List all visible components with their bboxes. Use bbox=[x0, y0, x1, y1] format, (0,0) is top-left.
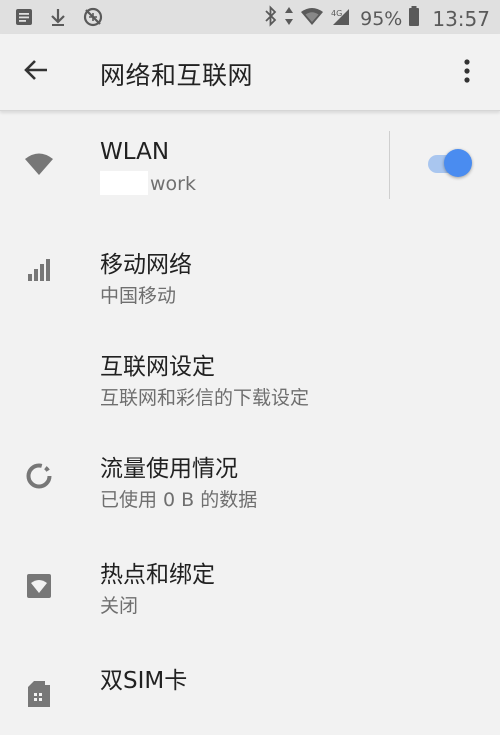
wlan-title: WLAN bbox=[100, 139, 170, 165]
app-bar: 网络和互联网 bbox=[0, 34, 500, 111]
data-usage-icon bbox=[22, 459, 56, 493]
settings-item-data-usage[interactable]: 流量使用情况 已使用 0 B 的数据 bbox=[0, 421, 500, 521]
status-clock: 13:57 bbox=[432, 6, 490, 31]
mobile-network-title: 移动网络 bbox=[100, 252, 192, 278]
internet-settings-summary: 互联网和彩信的下载设定 bbox=[100, 387, 310, 409]
data-usage-summary: 已使用 0 B 的数据 bbox=[100, 489, 258, 511]
battery-icon bbox=[408, 5, 420, 32]
battery-percent: 95% bbox=[360, 7, 403, 30]
wlan-toggle[interactable] bbox=[428, 149, 472, 177]
wlan-summary: work bbox=[100, 171, 196, 195]
notification-icon bbox=[14, 7, 34, 32]
wifi-status-icon bbox=[300, 6, 324, 31]
dual-sim-title: 双SIM卡 bbox=[100, 668, 188, 694]
vibrate-arrows-icon bbox=[284, 5, 294, 32]
settings-item-internet-settings[interactable]: 互联网设定 互联网和彩信的下载设定 bbox=[0, 319, 500, 419]
sim-card-icon bbox=[22, 677, 56, 711]
wlan-toggle-thumb bbox=[444, 149, 472, 177]
status-left-icons bbox=[14, 6, 104, 33]
internet-settings-title: 互联网设定 bbox=[100, 354, 215, 380]
status-right-icons: 4G 95% 13:57 bbox=[264, 5, 490, 32]
settings-item-wlan[interactable]: WLAN work bbox=[0, 111, 500, 211]
cell-signal-status-icon: 4G bbox=[330, 6, 352, 31]
mobile-network-summary: 中国移动 bbox=[100, 285, 177, 307]
signal-icon bbox=[22, 253, 56, 287]
page-title: 网络和互联网 bbox=[100, 61, 254, 90]
more-options-button[interactable] bbox=[452, 56, 482, 90]
svg-text:4G: 4G bbox=[331, 9, 342, 18]
hotspot-icon bbox=[22, 569, 56, 603]
wlan-divider bbox=[389, 131, 390, 199]
wifi-icon bbox=[22, 147, 56, 181]
more-vert-icon bbox=[463, 58, 471, 88]
settings-item-hotspot[interactable]: 热点和绑定 关闭 bbox=[0, 525, 500, 625]
hotspot-title: 热点和绑定 bbox=[100, 562, 215, 588]
status-bar: 4G 95% 13:57 bbox=[0, 0, 500, 34]
settings-item-dual-sim[interactable]: 双SIM卡 bbox=[0, 635, 500, 735]
data-saver-icon bbox=[82, 6, 104, 33]
bluetooth-icon bbox=[264, 5, 278, 32]
wlan-summary-text: work bbox=[150, 173, 196, 195]
data-usage-title: 流量使用情况 bbox=[100, 456, 238, 482]
download-icon bbox=[48, 7, 68, 32]
arrow-left-icon bbox=[23, 57, 49, 87]
back-button[interactable] bbox=[18, 54, 54, 90]
hotspot-summary: 关闭 bbox=[100, 595, 139, 617]
redacted-network-name bbox=[100, 171, 148, 195]
settings-item-mobile-network[interactable]: 移动网络 中国移动 bbox=[0, 217, 500, 317]
